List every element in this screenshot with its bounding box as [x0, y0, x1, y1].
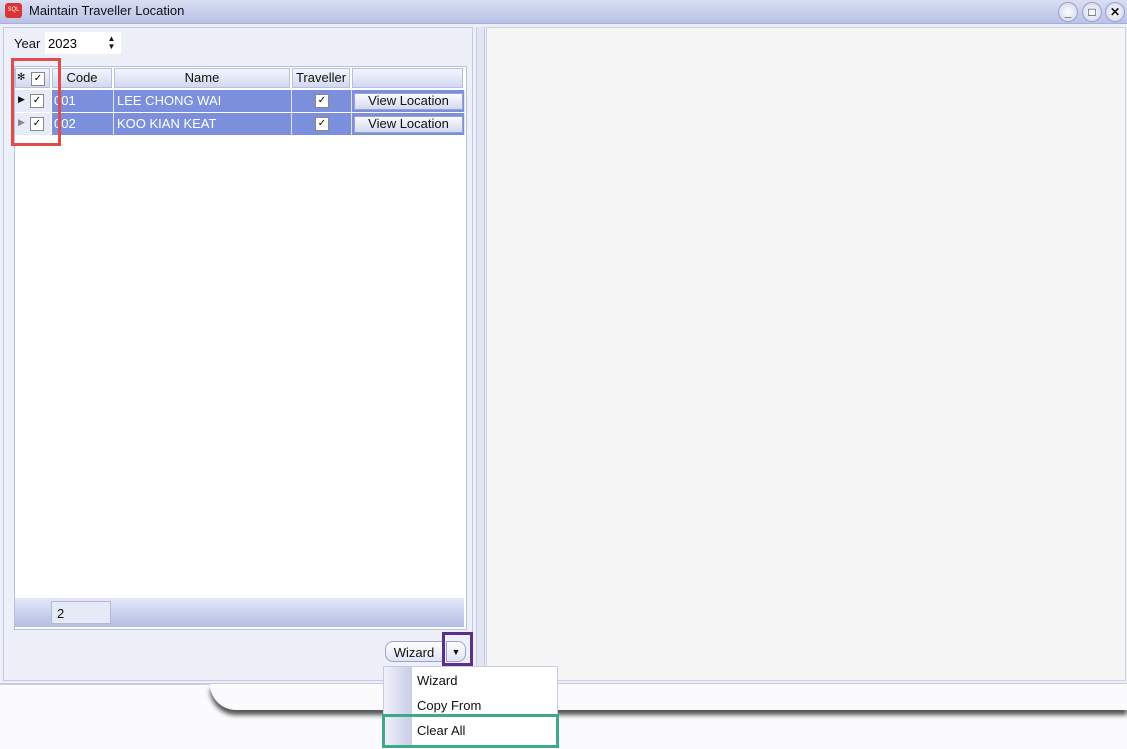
- window-shadow: [210, 684, 1127, 710]
- view-location-button[interactable]: View Location: [354, 93, 463, 110]
- minimize-button[interactable]: _: [1058, 2, 1078, 22]
- column-header-action: [352, 68, 463, 88]
- highlight-box-clear-all: [382, 714, 559, 748]
- close-button[interactable]: ✕: [1105, 2, 1125, 22]
- right-panel: [486, 27, 1126, 681]
- app-logo-icon: SQL: [5, 3, 22, 18]
- view-location-button[interactable]: View Location: [354, 116, 463, 133]
- traveller-checkbox[interactable]: ✓: [315, 117, 329, 131]
- panel-splitter[interactable]: [476, 27, 485, 679]
- cell-traveller[interactable]: ✓: [292, 90, 352, 112]
- column-header-traveller[interactable]: Traveller: [292, 68, 350, 88]
- wizard-button[interactable]: Wizard: [385, 641, 443, 662]
- year-spinner[interactable]: ▲ ▼: [105, 35, 118, 52]
- cell-action: View Location: [352, 90, 465, 112]
- cell-action: View Location: [352, 113, 465, 135]
- column-header-name[interactable]: Name: [114, 68, 290, 88]
- cell-code[interactable]: 002: [52, 113, 114, 135]
- cell-code[interactable]: 001: [52, 90, 114, 112]
- year-label: Year: [14, 36, 41, 51]
- highlight-box-dropdown: [442, 632, 473, 666]
- highlight-box-select-column: [11, 58, 61, 146]
- record-count: 2: [51, 601, 111, 624]
- maximize-button[interactable]: □: [1082, 2, 1102, 22]
- traveller-checkbox[interactable]: ✓: [315, 94, 329, 108]
- cell-traveller[interactable]: ✓: [292, 113, 352, 135]
- menu-item-wizard[interactable]: Wizard: [417, 673, 457, 688]
- traveller-grid: [14, 66, 467, 630]
- column-header-code[interactable]: Code: [52, 68, 112, 88]
- menu-item-copy-from[interactable]: Copy From: [417, 698, 481, 713]
- cell-name[interactable]: KOO KIAN KEAT: [114, 113, 292, 135]
- cell-name[interactable]: LEE CHONG WAI: [114, 90, 292, 112]
- window-title: Maintain Traveller Location: [29, 3, 185, 18]
